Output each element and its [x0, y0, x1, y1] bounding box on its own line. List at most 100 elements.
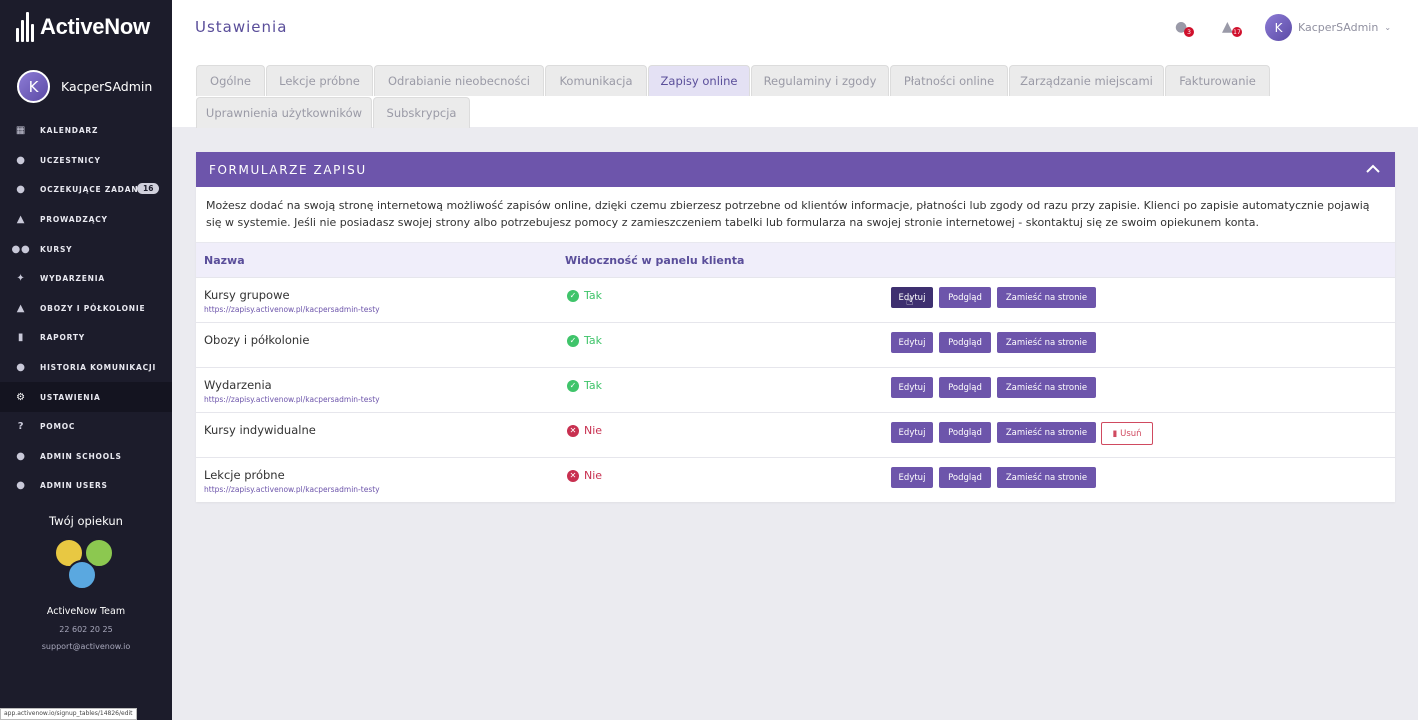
sidebar-item-admin-users[interactable]: ● ADMIN USERS [0, 471, 172, 501]
preview-button[interactable]: Podgląd [939, 422, 991, 444]
sidebar-user-name: KacperSAdmin [61, 79, 153, 94]
sidebar-item-pomoc[interactable]: ? POMOC [0, 412, 172, 442]
delete-button[interactable]: ▮ Usuń [1101, 422, 1153, 446]
sidebar-item-label: OBOZY I PÓŁKOLONIE [40, 303, 146, 313]
user-clock-icon: ● [16, 184, 26, 196]
table-row: Kursy grupowe https://zapisy.activenow.p… [196, 277, 1395, 322]
tent-icon: ▲ [16, 302, 26, 314]
sidebar-item-label: OCZEKUJĄCE ZADANIA [40, 185, 149, 195]
sidebar-item-prowadzacy[interactable]: ▲ PROWADZĄCY [0, 205, 172, 235]
gear-icon: ⚙ [16, 391, 26, 403]
sidebar-item-wydarzenia[interactable]: ✦ WYDARZENIA [0, 264, 172, 294]
visibility-status: ✓ Tak [567, 334, 602, 347]
top-bar: Ustawienia ● 3 ▲ 17 K KacperSAdmin ⌄ [172, 0, 1418, 56]
page-title: Ustawienia [195, 18, 288, 36]
tab-odrabianie[interactable]: Odrabianie nieobecności [374, 65, 544, 96]
sidebar-item-label: UCZESTNICY [40, 155, 101, 165]
check-circle-icon: ✓ [567, 379, 579, 392]
form-link[interactable]: https://zapisy.activenow.pl/kacpersadmin… [204, 485, 380, 494]
settings-tabs: Ogólne Lekcje próbne Odrabianie nieobecn… [172, 56, 1418, 128]
sidebar-item-label: POMOC [40, 422, 76, 432]
tab-regulaminy[interactable]: Regulaminy i zgody [751, 65, 889, 96]
form-link[interactable]: https://zapisy.activenow.pl/kacpersadmin… [204, 395, 380, 404]
preview-button[interactable]: Podgląd [939, 377, 991, 399]
x-circle-icon: ✕ [567, 424, 579, 437]
edit-button[interactable]: Edytuj [891, 422, 933, 444]
hand-cursor-icon: ☝ [906, 294, 914, 309]
status-bar-url: app.activenow.io/signup_tables/14826/edi… [0, 708, 137, 720]
embed-button[interactable]: Zamieść na stronie [997, 332, 1096, 354]
logo-bars-icon [16, 12, 34, 42]
sidebar-item-kalendarz[interactable]: ▦ KALENDARZ [0, 116, 172, 146]
form-name: Obozy i półkolonie [204, 333, 310, 348]
sidebar-item-admin-schools[interactable]: ● ADMIN SCHOOLS [0, 442, 172, 472]
table-header: Nazwa Widoczność w panelu klienta [196, 243, 1395, 278]
tab-ogolne[interactable]: Ogólne [196, 65, 265, 96]
caretaker-email[interactable]: support@activenow.io [0, 642, 172, 651]
tab-fakturowanie[interactable]: Fakturowanie [1165, 65, 1270, 96]
edit-button[interactable]: Edytuj [891, 467, 933, 489]
tab-lekcje-probne[interactable]: Lekcje próbne [266, 65, 373, 96]
chart-icon: ▮ [17, 332, 25, 344]
visibility-label: Tak [584, 379, 603, 393]
sidebar-item-kursy[interactable]: ●● KURSY [0, 234, 172, 264]
form-name: Lekcje próbne [204, 468, 285, 483]
edit-button[interactable]: Edytuj [891, 377, 933, 399]
tab-komunikacja[interactable]: Komunikacja [545, 65, 647, 96]
table-row: Wydarzenia https://zapisy.activenow.pl/k… [196, 367, 1395, 412]
column-header-visibility: Widoczność w panelu klienta [565, 253, 745, 267]
panel-header[interactable]: FORMULARZE ZAPISU [196, 152, 1395, 187]
preview-button[interactable]: Podgląd [939, 332, 991, 354]
tab-subskrypcja[interactable]: Subskrypcja [373, 97, 470, 128]
caretaker-box: Twój opiekun ActiveNow Team 22 602 20 25… [0, 514, 172, 651]
visibility-status: ✓ Tak [567, 289, 602, 302]
user-name: KacperSAdmin [1298, 21, 1379, 34]
table-row: Obozy i półkolonie ✓ Tak Edytuj Podgląd … [196, 322, 1395, 367]
sidebar-item-ustawienia[interactable]: ⚙ USTAWIENIA [0, 382, 172, 412]
edit-button[interactable]: Edytuj [891, 332, 933, 354]
sidebar-item-raporty[interactable]: ▮ RAPORTY [0, 323, 172, 353]
user-menu[interactable]: K KacperSAdmin ⌄ [1265, 14, 1391, 41]
form-name: Wydarzenia [204, 378, 272, 393]
sidebar-item-label: PROWADZĄCY [40, 215, 108, 225]
tab-zapisy-online[interactable]: Zapisy online [648, 65, 750, 96]
sidebar-item-oczekujace-zadania[interactable]: ● OCZEKUJĄCE ZADANIA 16 [0, 175, 172, 205]
avatar: K [17, 70, 50, 103]
embed-button[interactable]: Zamieść na stronie [997, 287, 1096, 309]
team-photo [67, 560, 97, 590]
tab-uprawnienia[interactable]: Uprawnienia użytkowników [196, 97, 372, 128]
tasks-count-badge: 16 [137, 183, 160, 195]
preview-button[interactable]: Podgląd [939, 467, 991, 489]
visibility-status: ✕ Nie [567, 424, 602, 437]
check-circle-icon: ✓ [567, 334, 579, 347]
panel-title: FORMULARZE ZAPISU [209, 162, 367, 177]
table-row: Kursy indywidualne ✕ Nie Edytuj Podgląd … [196, 412, 1395, 457]
tab-platnosci-online[interactable]: Płatności online [890, 65, 1008, 96]
embed-button[interactable]: Zamieść na stronie [997, 467, 1096, 489]
embed-button[interactable]: Zamieść na stronie [997, 377, 1096, 399]
chevron-up-icon[interactable] [1366, 162, 1380, 176]
column-header-name: Nazwa [204, 253, 245, 267]
sidebar-item-label: KALENDARZ [40, 126, 99, 136]
delete-label: Usuń [1120, 428, 1142, 439]
sidebar-item-label: KURSY [40, 244, 73, 254]
user-icon: ● [16, 154, 26, 166]
sidebar-nav: ▦ KALENDARZ ● UCZESTNICY ● OCZEKUJĄCE ZA… [0, 116, 172, 501]
calendar-icon: ▦ [15, 125, 27, 137]
sidebar-item-obozy[interactable]: ▲ OBOZY I PÓŁKOLONIE [0, 294, 172, 324]
logo[interactable]: ActiveNow [16, 10, 150, 44]
embed-button[interactable]: Zamieść na stronie [997, 422, 1096, 444]
users-icon: ●● [11, 243, 31, 255]
sidebar-item-label: ADMIN SCHOOLS [40, 451, 122, 461]
tab-zarzadzanie-miejscami[interactable]: Zarządzanie miejscami [1009, 65, 1164, 96]
sidebar-item-historia-komunikacji[interactable]: ● HISTORIA KOMUNIKACJI [0, 353, 172, 383]
user-icon: ● [16, 480, 26, 492]
preview-button[interactable]: Podgląd [939, 287, 991, 309]
sidebar-user[interactable]: K KacperSAdmin [17, 70, 152, 103]
caretaker-title: Twój opiekun [49, 514, 123, 528]
help-icon: ? [17, 421, 25, 433]
visibility-label: Nie [584, 469, 603, 483]
form-link[interactable]: https://zapisy.activenow.pl/kacpersadmin… [204, 305, 380, 314]
check-circle-icon: ✓ [567, 289, 579, 302]
sidebar-item-uczestnicy[interactable]: ● UCZESTNICY [0, 146, 172, 176]
